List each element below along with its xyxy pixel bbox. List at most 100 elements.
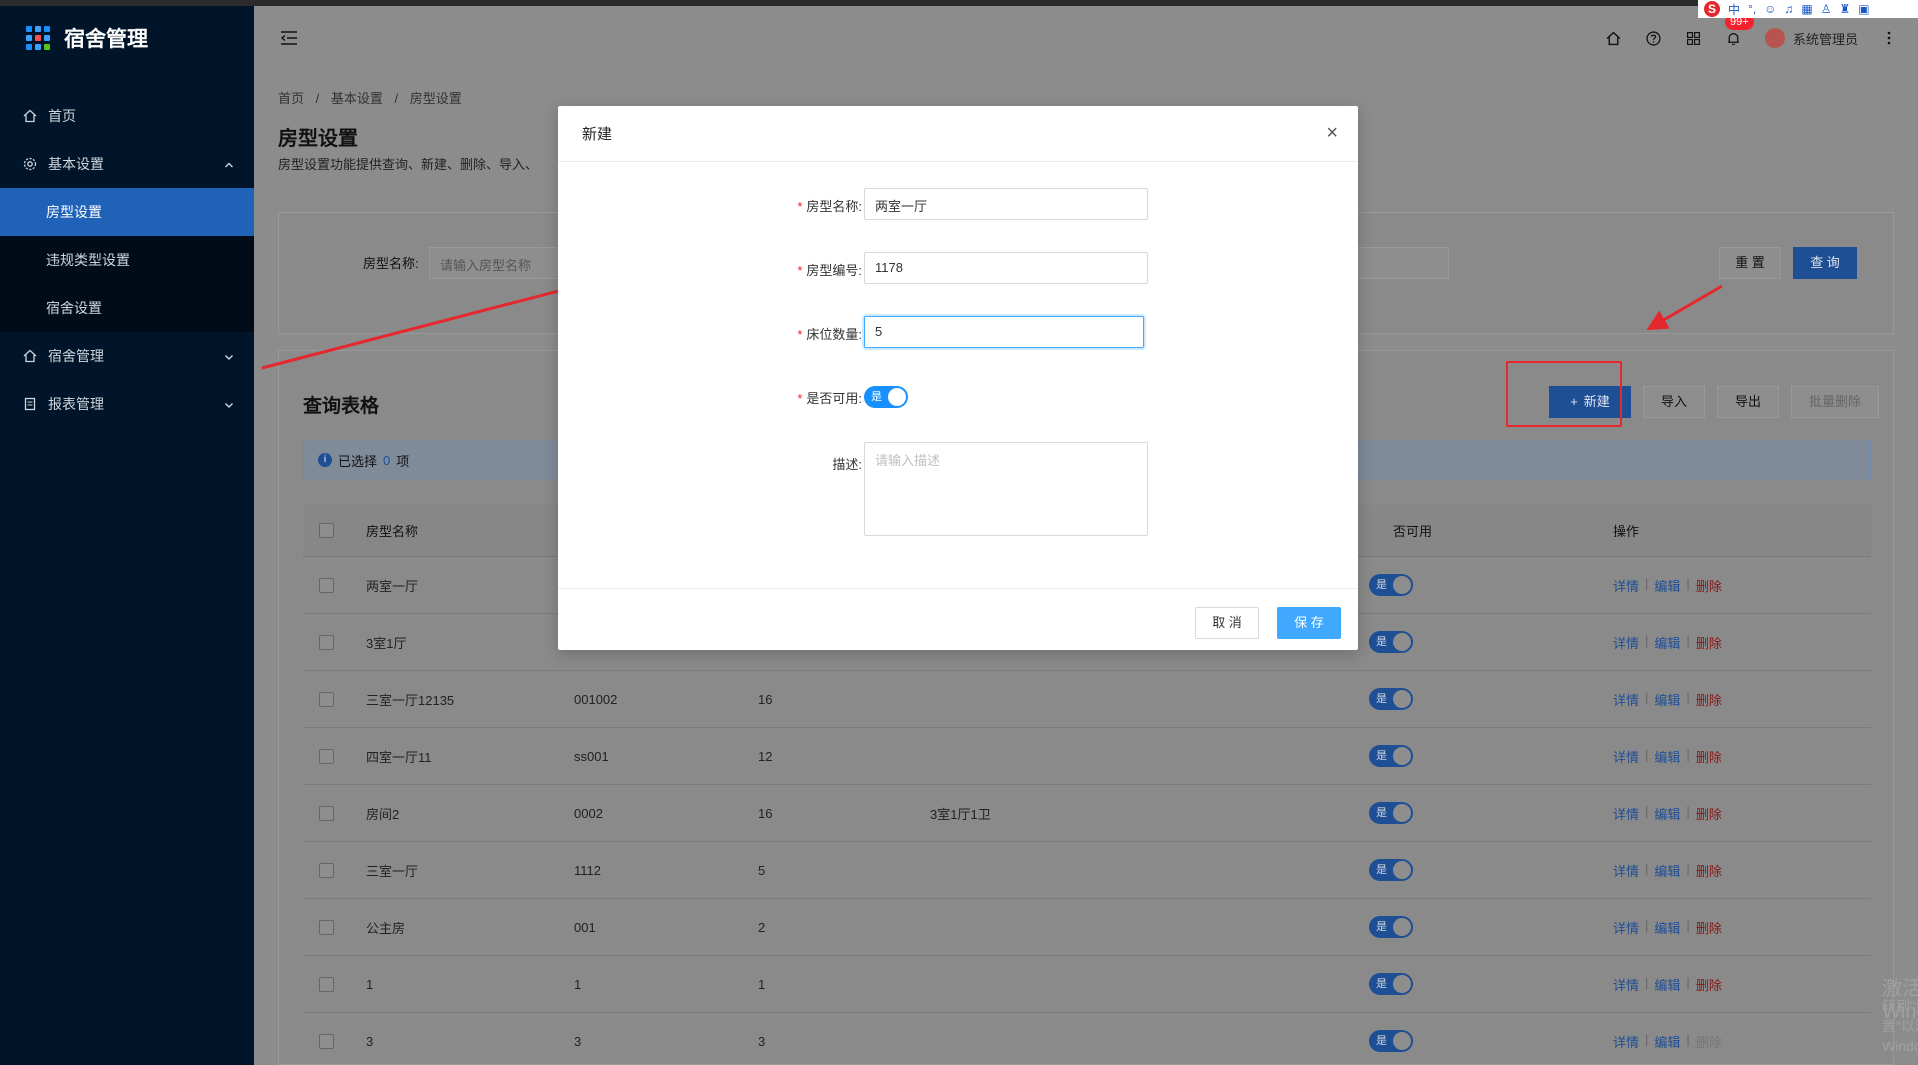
edit-link[interactable]: 编辑 [1654, 633, 1680, 652]
delete-link[interactable]: 删除 [1696, 975, 1722, 994]
help-icon[interactable] [1645, 29, 1663, 47]
sidebar-item-violation-type[interactable]: 违规类型设置 [0, 236, 254, 284]
cell-code: 001 [574, 919, 596, 935]
user-menu[interactable]: 系统管理员 [1764, 28, 1858, 48]
action-separator: | [1686, 575, 1690, 591]
sidebar-item-reports[interactable]: 报表管理 [0, 380, 254, 428]
sidebar-item-basic-settings[interactable]: 基本设置 [0, 140, 254, 188]
search-input[interactable]: 请输入房型名称 [429, 247, 569, 279]
cell-name: 四室一厅11 [366, 749, 432, 765]
enabled-toggle[interactable]: 是 [1369, 916, 1413, 938]
delete-link[interactable]: 删除 [1696, 861, 1722, 880]
delete-link[interactable]: 删除 [1696, 633, 1722, 652]
batch-delete-button[interactable]: 批量删除 [1791, 386, 1879, 418]
detail-link[interactable]: 详情 [1613, 747, 1639, 766]
cell-name: 两室一厅 [366, 578, 419, 594]
save-button[interactable]: 保 存 [1277, 607, 1341, 639]
cell-beds: 16 [758, 691, 773, 707]
row-checkbox[interactable] [319, 805, 334, 821]
sidebar-item-dorm-management[interactable]: 宿舍管理 [0, 332, 254, 380]
enabled-toggle[interactable]: 是 [1369, 973, 1413, 995]
delete-link[interactable]: 删除 [1696, 918, 1722, 937]
detail-link[interactable]: 详情 [1613, 804, 1639, 823]
activation-watermark-hint: 转到"设置"以激活 Windows。 [1882, 998, 1918, 1054]
export-button[interactable]: 导出 [1717, 386, 1779, 418]
sidebar-item-home[interactable]: 首页 [0, 92, 254, 140]
avatar [1764, 28, 1785, 48]
annotation-box-new [1506, 361, 1622, 427]
action-separator: | [1686, 803, 1690, 819]
enabled-toggle[interactable]: 是 [1369, 802, 1413, 824]
cancel-button[interactable]: 取 消 [1195, 607, 1259, 639]
edit-link[interactable]: 编辑 [1654, 918, 1680, 937]
description-textarea[interactable]: 请输入描述 [864, 442, 1148, 536]
action-separator: | [1645, 632, 1649, 648]
sidebar-item-dorm-settings[interactable]: 宿舍设置 [0, 284, 254, 332]
edit-link[interactable]: 编辑 [1654, 861, 1680, 880]
bell-icon[interactable]: 99+ [1724, 14, 1754, 47]
table-row: 三室一厅 1112 5 是 详情 | 编辑 | 删除 [303, 842, 1871, 899]
table-row: 3 3 3 是 详情 | 编辑 | 删除 [303, 1013, 1871, 1065]
field-label-code: * 房型编号: [797, 263, 862, 278]
row-checkbox[interactable] [319, 919, 334, 935]
modal-header: 新建 × [558, 106, 1358, 162]
detail-link[interactable]: 详情 [1613, 918, 1639, 937]
enabled-toggle[interactable]: 是 [1369, 574, 1413, 596]
reset-button[interactable]: 重 置 [1719, 247, 1781, 279]
detail-link[interactable]: 详情 [1613, 576, 1639, 595]
cell-code: 3 [574, 1033, 582, 1049]
enabled-toggle[interactable]: 是 [1369, 859, 1413, 881]
field-label-beds: * 床位数量: [797, 327, 862, 342]
row-checkbox[interactable] [319, 691, 334, 707]
field-label-desc: 描述: [832, 457, 862, 472]
delete-link[interactable]: 删除 [1696, 747, 1722, 766]
row-checkbox[interactable] [319, 634, 334, 650]
query-button[interactable]: 查 询 [1793, 247, 1857, 279]
row-checkbox[interactable] [319, 862, 334, 878]
select-all-checkbox[interactable] [319, 523, 334, 538]
menu-fold-icon[interactable] [280, 30, 298, 49]
detail-link[interactable]: 详情 [1613, 690, 1639, 709]
detail-link[interactable]: 详情 [1613, 975, 1639, 994]
enabled-toggle[interactable]: 是 [1369, 631, 1413, 653]
import-button[interactable]: 导入 [1643, 386, 1705, 418]
enabled-toggle[interactable]: 是 [1369, 1030, 1413, 1052]
enabled-toggle[interactable]: 是 [1369, 688, 1413, 710]
sidebar-item-label: 宿舍设置 [46, 300, 102, 316]
enabled-toggle[interactable]: 是 [1369, 745, 1413, 767]
row-checkbox[interactable] [319, 1033, 334, 1049]
room-name-input[interactable]: 两室一厅 [864, 188, 1148, 220]
edit-link[interactable]: 编辑 [1654, 804, 1680, 823]
cell-code: 1 [574, 976, 582, 992]
breadcrumb-basic-settings[interactable]: 基本设置 [331, 91, 383, 106]
delete-link[interactable]: 删除 [1696, 1032, 1722, 1051]
close-icon[interactable]: × [1326, 122, 1338, 145]
row-checkbox[interactable] [319, 976, 334, 992]
bed-count-input[interactable]: 5 [864, 316, 1144, 348]
row-checkbox[interactable] [319, 577, 334, 593]
detail-link[interactable]: 详情 [1613, 633, 1639, 652]
apps-icon[interactable] [1685, 29, 1703, 47]
ime-toolbar: S 中 °, ☺ ♫ ▦ ♙ ♜ ▣ [1698, 0, 1918, 18]
breadcrumb-home[interactable]: 首页 [278, 91, 304, 106]
row-checkbox[interactable] [319, 748, 334, 764]
home-icon[interactable] [1605, 29, 1623, 47]
chevron-down-icon [224, 397, 234, 413]
edit-link[interactable]: 编辑 [1654, 747, 1680, 766]
detail-link[interactable]: 详情 [1613, 1032, 1639, 1051]
toggle-knob [1393, 576, 1411, 594]
edit-link[interactable]: 编辑 [1654, 576, 1680, 595]
delete-link[interactable]: 删除 [1696, 690, 1722, 709]
more-vertical-icon[interactable] [1880, 29, 1898, 47]
edit-link[interactable]: 编辑 [1654, 690, 1680, 709]
sidebar-item-room-type[interactable]: 房型设置 [0, 188, 254, 236]
room-code-input[interactable]: 1178 [864, 252, 1148, 284]
row-actions: 详情 | 编辑 | 删除 [1613, 918, 1722, 937]
edit-link[interactable]: 编辑 [1654, 1032, 1680, 1051]
delete-link[interactable]: 删除 [1696, 576, 1722, 595]
edit-link[interactable]: 编辑 [1654, 975, 1680, 994]
skin-icon: ♜ [1839, 2, 1851, 16]
detail-link[interactable]: 详情 [1613, 861, 1639, 880]
delete-link[interactable]: 删除 [1696, 804, 1722, 823]
enabled-toggle[interactable]: 是 [864, 386, 908, 408]
